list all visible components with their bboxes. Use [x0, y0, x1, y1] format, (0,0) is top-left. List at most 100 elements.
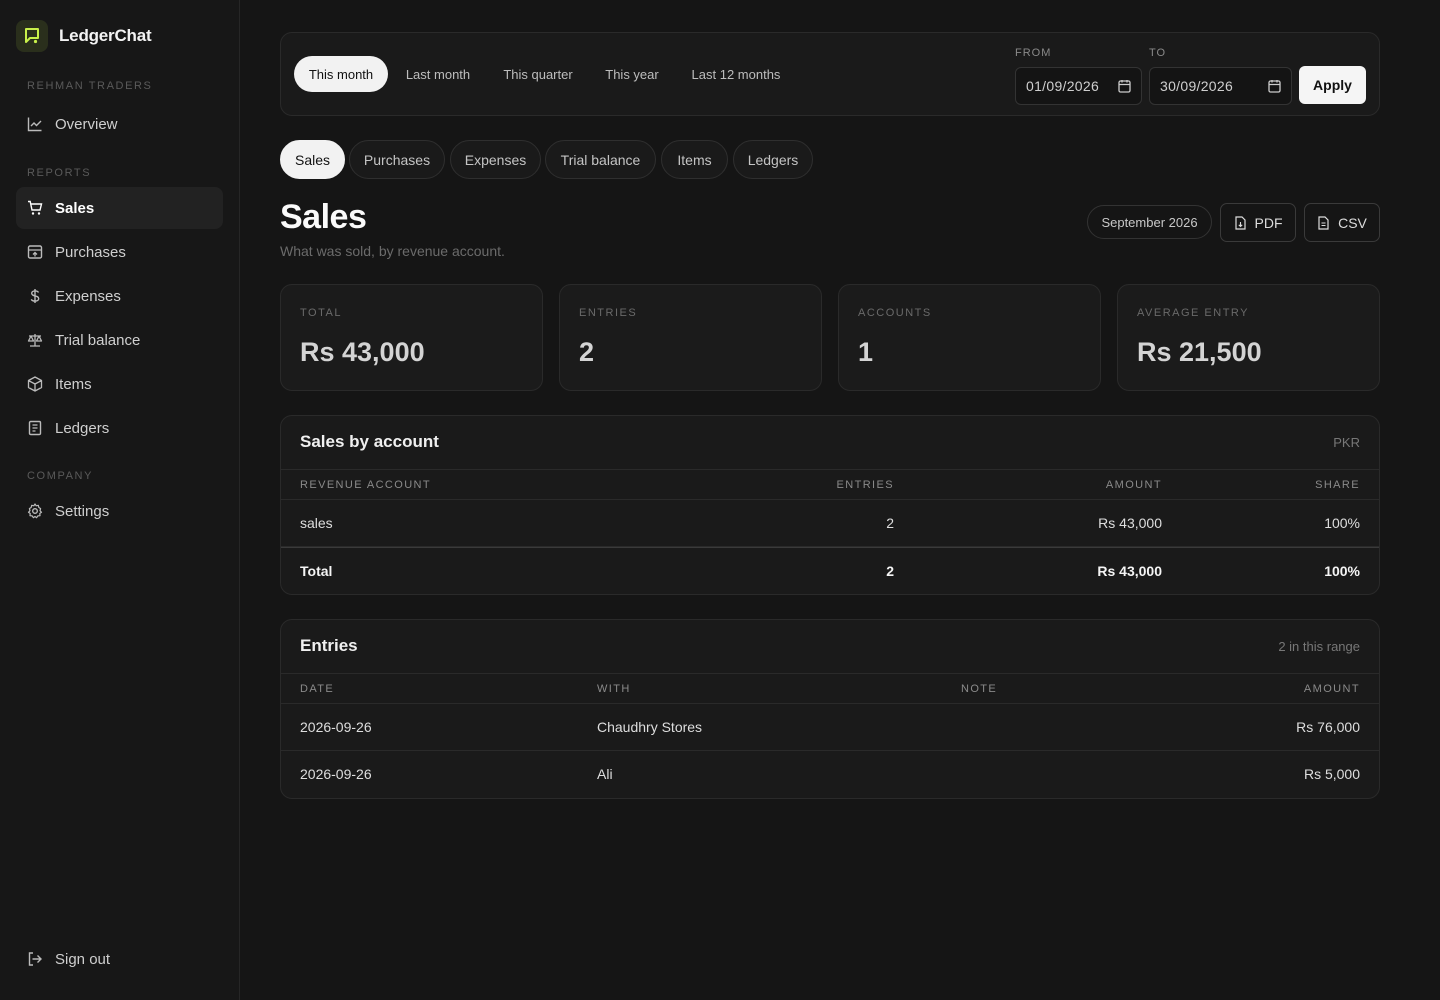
table-header-row: REVENUE ACCOUNT ENTRIES AMOUNT SHARE: [281, 470, 1379, 500]
panel-title: Sales by account: [300, 432, 439, 451]
sign-out-button[interactable]: Sign out: [16, 938, 223, 980]
chart-icon: [27, 117, 42, 132]
sign-out-icon: [28, 952, 42, 966]
stat-label: ACCOUNTS: [858, 307, 932, 319]
dollar-icon: [30, 289, 40, 303]
share-cell: 100%: [1324, 515, 1360, 531]
amount-cell: Rs 43,000: [1098, 515, 1162, 531]
from-date-value: 01/09/2026: [1026, 78, 1100, 94]
sidebar-item-label: Purchases: [55, 243, 126, 261]
apply-button[interactable]: Apply: [1299, 66, 1366, 104]
sidebar-item-items[interactable]: Items: [16, 363, 223, 405]
table-header-row: DATE WITH NOTE AMOUNT: [281, 674, 1379, 704]
column-header: AMOUNT: [1105, 479, 1162, 491]
to-date-value: 30/09/2026: [1160, 78, 1234, 94]
sidebar-item-expenses[interactable]: Expenses: [16, 275, 223, 317]
total-entries: 2: [886, 563, 894, 579]
range-this-quarter[interactable]: This quarter: [492, 56, 584, 92]
range-last-12-months[interactable]: Last 12 months: [680, 56, 792, 92]
file-icon: [1318, 215, 1329, 230]
with-cell: Chaudhry Stores: [597, 719, 703, 735]
period-badge: September 2026: [1087, 205, 1212, 239]
csv-label: CSV: [1338, 214, 1367, 231]
stat-value: Rs 21,500: [1137, 337, 1262, 367]
calendar-icon[interactable]: [1118, 79, 1131, 93]
tab-purchases[interactable]: Purchases: [349, 140, 445, 179]
total-share: 100%: [1324, 563, 1360, 579]
file-icon: [1234, 215, 1246, 230]
column-header: NOTE: [961, 683, 998, 695]
sidebar-item-settings[interactable]: Settings: [16, 490, 223, 532]
book-icon: [28, 420, 42, 436]
panel-header: Sales by account PKR: [281, 416, 1379, 470]
entries-cell: 2: [886, 515, 894, 531]
date-cell: 2026-09-26: [300, 719, 372, 735]
column-header: REVENUE ACCOUNT: [300, 479, 432, 491]
sidebar-item-label: Overview: [55, 115, 118, 133]
sidebar-item-overview[interactable]: Overview: [16, 103, 223, 145]
pdf-label: PDF: [1254, 214, 1283, 231]
tab-items[interactable]: Items: [661, 140, 728, 179]
account-cell: sales: [300, 515, 333, 531]
range-this-year[interactable]: This year: [595, 56, 669, 92]
table-row[interactable]: 2026-09-26 Ali Rs 5,000: [281, 751, 1379, 798]
sidebar-item-label: Items: [55, 375, 92, 393]
reports-section-label: REPORTS: [27, 167, 92, 179]
sidebar-item-purchases[interactable]: Purchases: [16, 231, 223, 273]
stat-card-average-entry: AVERAGE ENTRY Rs 21,500: [1117, 284, 1380, 391]
tab-trial-balance[interactable]: Trial balance: [545, 140, 656, 179]
total-amount: Rs 43,000: [1097, 563, 1162, 579]
sidebar-item-sales[interactable]: Sales: [16, 187, 223, 229]
logo-icon: [16, 20, 48, 52]
sidebar-item-trial-balance[interactable]: Trial balance: [16, 319, 223, 361]
stat-card-entries: ENTRIES 2: [559, 284, 822, 391]
range-this-month[interactable]: This month: [294, 56, 388, 92]
entries-count: 2 in this range: [1278, 639, 1360, 654]
entries-panel: Entries 2 in this range DATE WITH NOTE A…: [280, 619, 1380, 799]
table-total-row: Total 2 Rs 43,000 100%: [281, 547, 1379, 594]
stat-label: AVERAGE ENTRY: [1137, 307, 1250, 319]
sidebar-item-label: Expenses: [55, 287, 121, 305]
export-csv-button[interactable]: CSV: [1304, 203, 1380, 242]
tab-ledgers[interactable]: Ledgers: [733, 140, 813, 179]
amount-cell: Rs 76,000: [1296, 719, 1360, 735]
tab-expenses[interactable]: Expenses: [450, 140, 541, 179]
stat-value: 1: [858, 337, 874, 367]
stat-label: TOTAL: [300, 307, 342, 319]
table-row: sales 2 Rs 43,000 100%: [281, 500, 1379, 547]
total-label: Total: [300, 563, 333, 579]
currency-label: PKR: [1333, 435, 1360, 450]
calendar-icon[interactable]: [1268, 79, 1281, 93]
stat-label: ENTRIES: [579, 307, 638, 319]
range-last-month[interactable]: Last month: [394, 56, 482, 92]
date-cell: 2026-09-26: [300, 766, 372, 782]
sidebar: LedgerChat REHMAN TRADERS Overview REPOR…: [0, 0, 240, 1000]
stat-value: Rs 43,000: [300, 337, 425, 367]
box-icon: [27, 245, 43, 259]
column-header: SHARE: [1315, 479, 1360, 491]
brand[interactable]: LedgerChat: [16, 20, 152, 52]
sidebar-item-ledgers[interactable]: Ledgers: [16, 407, 223, 449]
tab-sales[interactable]: Sales: [280, 140, 345, 179]
sidebar-item-label: Sales: [55, 199, 95, 217]
date-filter-bar: This month Last month This quarter This …: [280, 32, 1380, 116]
column-header: AMOUNT: [1303, 683, 1360, 695]
from-label: FROM: [1015, 47, 1052, 59]
sales-by-account-panel: Sales by account PKR REVENUE ACCOUNT ENT…: [280, 415, 1380, 595]
panel-header: Entries 2 in this range: [281, 620, 1379, 674]
sign-out-label: Sign out: [55, 950, 111, 968]
table-row[interactable]: 2026-09-26 Chaudhry Stores Rs 76,000: [281, 704, 1379, 751]
brand-name: LedgerChat: [59, 26, 152, 45]
to-date-input[interactable]: 30/09/2026: [1149, 67, 1292, 105]
to-label: TO: [1149, 47, 1167, 59]
page-title: Sales: [280, 198, 367, 236]
page-subtitle: What was sold, by revenue account.: [280, 243, 505, 259]
with-cell: Ali: [597, 766, 613, 782]
export-pdf-button[interactable]: PDF: [1220, 203, 1296, 242]
cube-icon: [27, 376, 43, 392]
sidebar-item-label: Trial balance: [55, 331, 141, 349]
sidebar-item-label: Settings: [55, 502, 110, 520]
company-name: REHMAN TRADERS: [27, 80, 153, 92]
from-date-input[interactable]: 01/09/2026: [1015, 67, 1142, 105]
sidebar-item-label: Ledgers: [55, 419, 110, 437]
